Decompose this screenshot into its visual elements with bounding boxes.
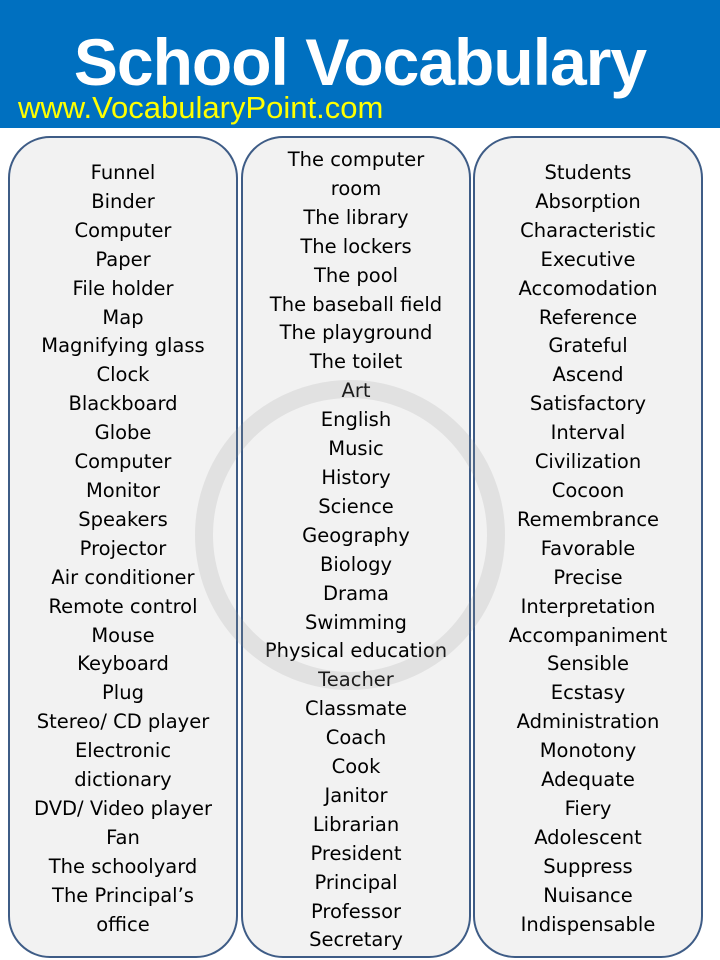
- vocabulary-word: Magnifying glass: [41, 334, 205, 358]
- vocabulary-word: File holder: [72, 276, 174, 300]
- vocabulary-word: Civilization: [534, 450, 642, 474]
- vocabulary-word: Fan: [106, 825, 140, 849]
- vocabulary-word: Suppress: [543, 854, 633, 878]
- column-left: Funnel Binder Computer Paper File holder Map M…: [8, 136, 238, 958]
- vocabulary-word: Fiery: [564, 796, 612, 820]
- vocabulary-word: Executive: [540, 247, 636, 271]
- vocabulary-word: Electronic: [74, 739, 172, 763]
- vocabulary-word: Principal: [314, 870, 398, 894]
- column-right: Students Absorption Characteristic Executiv…: [473, 136, 703, 958]
- vocabulary-word: Cook: [331, 755, 381, 779]
- vocabulary-word: Map: [102, 305, 144, 329]
- vocabulary-word: Favorable: [540, 536, 636, 560]
- vocabulary-word: Adolescent: [534, 825, 642, 849]
- vocabulary-word: English: [320, 408, 392, 432]
- vocabulary-word: Cocoon: [551, 478, 625, 502]
- vocabulary-word: Clock: [96, 363, 150, 387]
- vocabulary-word: Grateful: [548, 334, 628, 358]
- vocabulary-word: Plug: [102, 681, 144, 705]
- vocabulary-word: Reference: [538, 305, 638, 329]
- vocabulary-word: Administration: [516, 710, 660, 734]
- vocabulary-word: The Principal’s: [52, 883, 194, 907]
- vocabulary-word: Sensible: [546, 652, 630, 676]
- column-middle: The computer room The library The lockers Th…: [241, 136, 471, 958]
- word-list: The computer room The library The lockers Th…: [243, 146, 469, 955]
- vocabulary-word: Characteristic: [520, 218, 656, 242]
- vocabulary-word: Janitor: [324, 783, 388, 807]
- vocabulary-word: Interpretation: [520, 594, 656, 618]
- vocabulary-word: The computer: [287, 148, 425, 171]
- vocabulary-word: Art: [341, 379, 371, 403]
- vocabulary-word: Professor: [310, 899, 402, 923]
- vocabulary-word: President: [310, 841, 402, 865]
- vocabulary-word: Globe: [94, 421, 152, 445]
- vocabulary-word: Remembrance: [516, 507, 660, 531]
- vocabulary-word: DVD/ Video player: [34, 796, 212, 820]
- vocabulary-word: Interval: [550, 421, 626, 445]
- vocabulary-word: Air conditioner: [51, 565, 195, 589]
- vocabulary-word: Computer: [74, 450, 172, 474]
- vocabulary-word: Monotony: [539, 739, 637, 763]
- vocabulary-word: Binder: [91, 189, 155, 213]
- vocabulary-word: Mouse: [91, 623, 155, 647]
- header-banner: School Vocabulary www.VocabularyPoint.co…: [0, 0, 720, 128]
- vocabulary-word: Funnel: [90, 161, 156, 184]
- vocabulary-word: Precise: [553, 565, 623, 589]
- vocabulary-word: Absorption: [535, 189, 641, 213]
- vocabulary-word: room: [330, 176, 382, 200]
- word-list: Students Absorption Characteristic Executiv…: [475, 159, 701, 939]
- vocabulary-word: Projector: [79, 536, 167, 560]
- vocabulary-word: Students: [544, 161, 632, 184]
- word-list: Funnel Binder Computer Paper File holder Map M…: [10, 159, 236, 939]
- vocabulary-word: Physical education: [264, 639, 448, 663]
- vocabulary-word: The playground: [279, 321, 433, 345]
- vocabulary-word: Science: [318, 494, 394, 518]
- vocabulary-word: Coach: [325, 726, 387, 750]
- vocabulary-word: Librarian: [312, 812, 400, 836]
- vocabulary-word: History: [321, 465, 391, 489]
- vocabulary-word: Stereo/ CD player: [36, 710, 210, 734]
- website-url: www.VocabularyPoint.com: [18, 90, 384, 125]
- vocabulary-word: Monitor: [85, 478, 161, 502]
- vocabulary-word: Satisfactory: [529, 392, 647, 416]
- vocabulary-word: Blackboard: [68, 392, 178, 416]
- vocabulary-word: The schoolyard: [48, 854, 198, 878]
- vocabulary-word: Biology: [320, 552, 392, 576]
- vocabulary-word: The toilet: [309, 350, 403, 374]
- vocabulary-word: Ecstasy: [550, 681, 626, 705]
- vocabulary-word: Paper: [95, 247, 151, 271]
- vocabulary-word: Speakers: [78, 507, 168, 531]
- vocabulary-word: The pool: [313, 263, 399, 287]
- vocabulary-word: dictionary: [74, 768, 172, 792]
- vocabulary-word: Classmate: [305, 697, 407, 721]
- vocabulary-word: Music: [328, 437, 384, 461]
- vocabulary-word: The library: [303, 205, 409, 229]
- vocabulary-word: Secretary: [309, 928, 403, 952]
- vocabulary-word: Ascend: [552, 363, 624, 387]
- vocabulary-word: Swimming: [305, 610, 407, 634]
- vocabulary-word: Accompaniment: [508, 623, 668, 647]
- vocabulary-word: The lockers: [300, 234, 412, 258]
- vocabulary-word: Geography: [302, 523, 410, 547]
- vocabulary-word: Teacher: [318, 668, 394, 692]
- vocabulary-word: office: [96, 912, 150, 936]
- vocabulary-word: Remote control: [48, 594, 198, 618]
- vocabulary-word: The baseball field: [269, 292, 443, 316]
- vocabulary-word: Accomodation: [518, 276, 658, 300]
- vocabulary-word: Adequate: [541, 768, 635, 792]
- vocabulary-word: Nuisance: [543, 883, 633, 907]
- vocabulary-word: Keyboard: [77, 652, 169, 676]
- vocabulary-word: Drama: [323, 581, 389, 605]
- vocabulary-word: Indispensable: [520, 912, 656, 936]
- vocabulary-word: Computer: [74, 218, 172, 242]
